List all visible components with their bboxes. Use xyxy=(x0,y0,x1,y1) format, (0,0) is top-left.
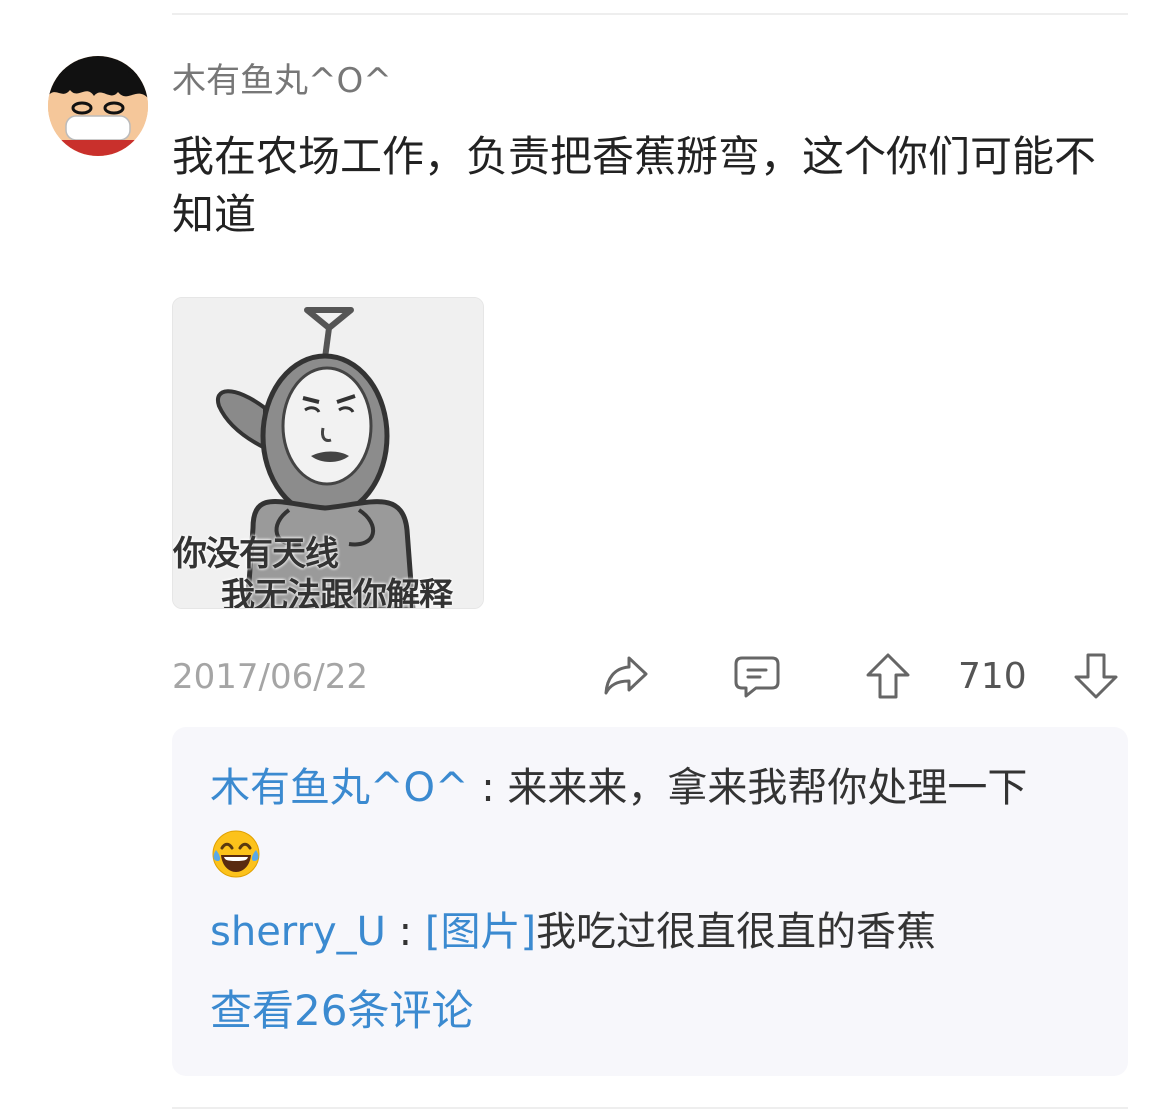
user-avatar[interactable] xyxy=(48,56,148,156)
meme-caption-line2: 我无法跟你解释 xyxy=(221,576,453,609)
post-text: 我在农场工作，负责把香蕉掰弯，这个你们可能不知道 xyxy=(172,132,1097,239)
laughing-tears-emoji-icon xyxy=(212,830,260,878)
comment-item: sherry_U : [图片]我吃过很直很直的香蕉 xyxy=(210,904,936,960)
comment-author[interactable]: sherry_U xyxy=(210,909,386,955)
comment-text: 来来来，拿来我帮你处理一下 xyxy=(507,765,1028,811)
comment-author[interactable]: 木有鱼丸^O^ xyxy=(210,765,469,811)
avatar-image xyxy=(48,56,148,156)
view-all-comments-link[interactable]: 查看26条评论 xyxy=(210,983,473,1039)
upvote-icon[interactable] xyxy=(865,652,911,700)
share-icon[interactable] xyxy=(603,654,649,696)
comment-image-link[interactable]: [图片] xyxy=(425,909,536,955)
downvote-icon[interactable] xyxy=(1073,652,1119,700)
like-count: 710 xyxy=(958,656,1027,697)
comment-item: 木有鱼丸^O^ : 来来来，拿来我帮你处理一下 xyxy=(210,760,1027,816)
top-divider xyxy=(172,13,1128,15)
post-date: 2017/06/22 xyxy=(172,657,368,697)
post-username[interactable]: 木有鱼丸^O^ xyxy=(172,58,392,104)
comment-separator: : xyxy=(468,765,508,811)
comment-preview-box[interactable]: 木有鱼丸^O^ : 来来来，拿来我帮你处理一下 sherry_U : [图片]我… xyxy=(172,727,1128,1076)
comment-icon[interactable] xyxy=(734,655,780,699)
bottom-divider xyxy=(172,1107,1128,1109)
post-image[interactable]: 你没有天线 我无法跟你解释 xyxy=(172,297,484,609)
comment-separator: : xyxy=(385,909,425,955)
comment-text: 我吃过很直很直的香蕉 xyxy=(536,909,937,955)
